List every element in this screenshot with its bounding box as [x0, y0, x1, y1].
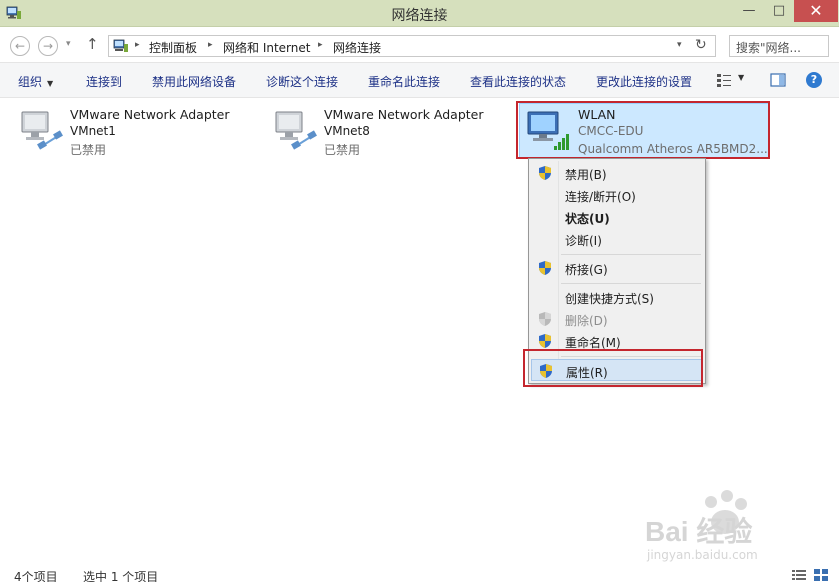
title-bar: 网络连接 — □ ✕: [0, 0, 839, 27]
breadcrumb-separator[interactable]: ▸: [208, 40, 213, 50]
menu-separator: [561, 254, 701, 255]
navigation-bar: ← → ▾ ↑ ▸ 控制面板 ▸ 网络和 Internet ▸ 网络连接 ▾ ↻…: [0, 28, 839, 62]
watermark-url: jingyan.baidu.com: [647, 548, 758, 562]
adapter-network: VMnet8: [324, 124, 370, 138]
control-panel-icon: [113, 39, 128, 52]
menu-item-disable[interactable]: 禁用(B): [531, 162, 703, 184]
adapter-name: VMware Network Adapter: [324, 107, 484, 122]
breadcrumb-network-internet[interactable]: 网络和 Internet: [223, 39, 310, 56]
breadcrumb-separator[interactable]: ▸: [318, 40, 323, 50]
disable-device-button[interactable]: 禁用此网络设备: [152, 73, 236, 90]
rename-button[interactable]: 重命名此连接: [368, 73, 440, 90]
uac-shield-icon: [539, 334, 551, 348]
search-box[interactable]: 搜索"网络...: [729, 35, 829, 57]
minimize-button[interactable]: —: [736, 0, 762, 22]
menu-item-create-shortcut[interactable]: 创建快捷方式(S): [531, 286, 703, 308]
breadcrumb-control-panel[interactable]: 控制面板: [149, 39, 197, 56]
adapter-status: 已禁用: [324, 143, 361, 157]
address-bar[interactable]: ▸ 控制面板 ▸ 网络和 Internet ▸ 网络连接 ▾ ↻: [108, 35, 716, 57]
uac-shield-icon: [539, 312, 551, 326]
menu-separator: [561, 283, 701, 284]
adapter-vmnet1[interactable]: VMware Network Adapter VMnet1 已禁用: [18, 104, 248, 160]
uac-shield-icon: [539, 261, 551, 275]
menu-item-delete[interactable]: 删除(D): [531, 308, 703, 330]
adapter-name: VMware Network Adapter: [70, 107, 230, 122]
address-dropdown-button[interactable]: ▾: [677, 40, 682, 50]
breadcrumb-separator[interactable]: ▸: [135, 40, 140, 50]
preview-pane-icon[interactable]: [770, 72, 786, 88]
search-placeholder: 搜索"网络...: [736, 41, 801, 55]
help-icon[interactable]: ?: [806, 72, 822, 88]
highlight-box-wlan: [516, 101, 770, 159]
menu-item-bridge[interactable]: 桥接(G): [531, 257, 703, 279]
back-button[interactable]: ←: [10, 36, 30, 56]
change-settings-button[interactable]: 更改此连接的设置: [596, 73, 692, 90]
network-adapter-icon: [21, 111, 63, 150]
organize-label: 组织: [18, 75, 43, 89]
view-options-dropdown[interactable]: ▼: [738, 73, 744, 82]
maximize-button[interactable]: □: [766, 0, 792, 22]
breadcrumb-network-connections[interactable]: 网络连接: [333, 39, 381, 56]
baidu-watermark: Bai 经验 jingyan.baidu.com: [645, 488, 815, 568]
details-view-icon[interactable]: [792, 569, 806, 581]
large-icons-view-icon[interactable]: [814, 569, 828, 581]
diagnose-button[interactable]: 诊断这个连接: [266, 73, 338, 90]
chevron-down-icon: ▼: [47, 79, 54, 88]
adapter-network: VMnet1: [70, 124, 116, 138]
view-status-button[interactable]: 查看此连接的状态: [470, 73, 566, 90]
watermark-text: Bai 经验: [645, 516, 753, 547]
menu-item-label: 禁用(B): [565, 168, 607, 182]
menu-item-status[interactable]: 状态(U): [531, 206, 703, 228]
forward-button[interactable]: →: [38, 36, 58, 56]
selected-count: 选中 1 个项目: [83, 570, 159, 582]
network-adapter-icon: [275, 111, 317, 150]
menu-item-label: 创建快捷方式(S): [565, 292, 654, 306]
menu-item-label: 桥接(G): [565, 263, 608, 277]
adapter-status: 已禁用: [70, 143, 107, 157]
close-button[interactable]: ✕: [794, 0, 838, 22]
recent-locations-dropdown[interactable]: ▾: [66, 39, 71, 49]
connect-to-button[interactable]: 连接到: [86, 73, 122, 90]
window-title: 网络连接: [391, 8, 448, 24]
highlight-box-properties: [523, 349, 703, 387]
status-bar: 4个项目 选中 1 个项目: [0, 566, 839, 582]
menu-item-label: 删除(D): [565, 314, 608, 328]
menu-item-diagnose[interactable]: 诊断(I): [531, 228, 703, 250]
command-bar: 组织 ▼ 连接到 禁用此网络设备 诊断这个连接 重命名此连接 查看此连接的状态 更…: [0, 62, 839, 98]
organize-menu[interactable]: 组织 ▼: [18, 73, 53, 90]
refresh-button[interactable]: ↻: [695, 37, 707, 53]
menu-item-connect-disconnect[interactable]: 连接/断开(O): [531, 184, 703, 206]
change-view-icon[interactable]: [716, 72, 732, 88]
item-count: 4个项目: [14, 570, 58, 582]
up-button[interactable]: ↑: [86, 35, 99, 53]
menu-item-label: 诊断(I): [565, 234, 602, 248]
uac-shield-icon: [539, 166, 551, 180]
menu-item-label: 状态(U): [565, 212, 610, 226]
adapter-vmnet8[interactable]: VMware Network Adapter VMnet8 已禁用: [272, 104, 502, 160]
menu-item-label: 连接/断开(O): [565, 190, 636, 204]
